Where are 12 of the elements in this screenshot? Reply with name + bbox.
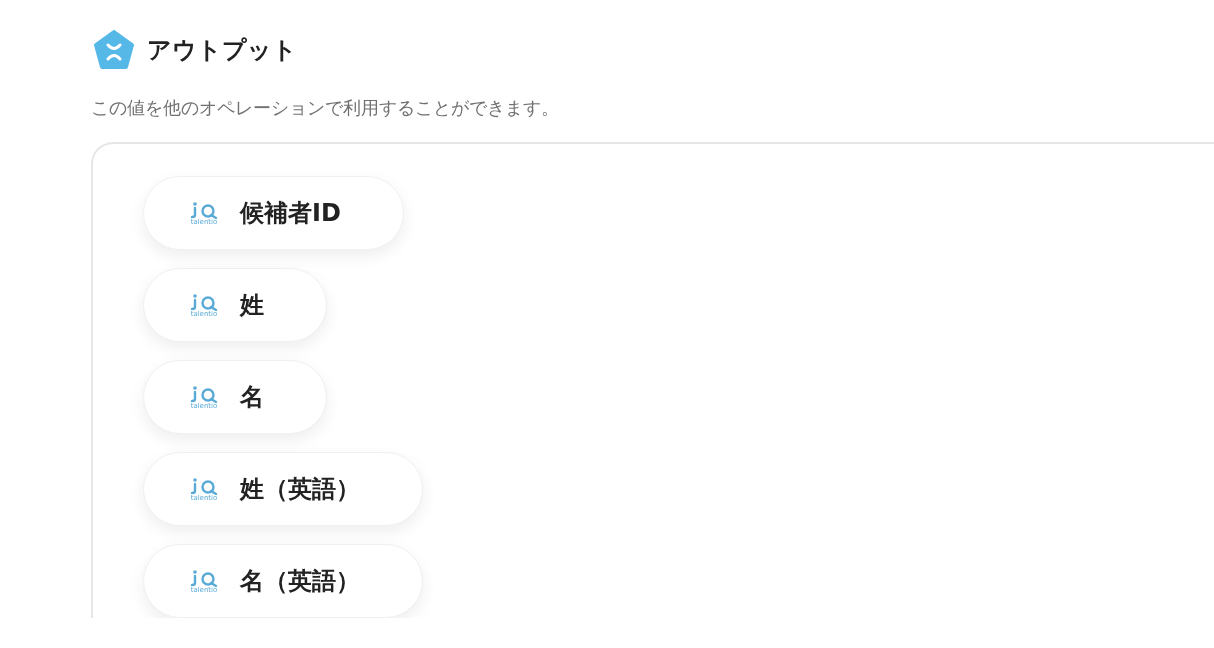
iq-logo-icon (190, 200, 218, 219)
chip-label: 候補者ID (240, 198, 341, 229)
chip-label: 姓（英語） (240, 474, 360, 505)
iq-logo-icon (190, 384, 218, 403)
iq-logo-icon (190, 292, 218, 311)
section-description: この値を他のオペレーションで利用することができます。 (91, 96, 560, 120)
chip-label: 名 (240, 382, 264, 413)
iq-logo-icon (190, 568, 218, 587)
section-title: アウトプット (147, 35, 297, 66)
iq-logo-icon (190, 476, 218, 495)
chip-label: 名（英語） (240, 566, 360, 597)
chip-label: 姓 (240, 290, 264, 321)
